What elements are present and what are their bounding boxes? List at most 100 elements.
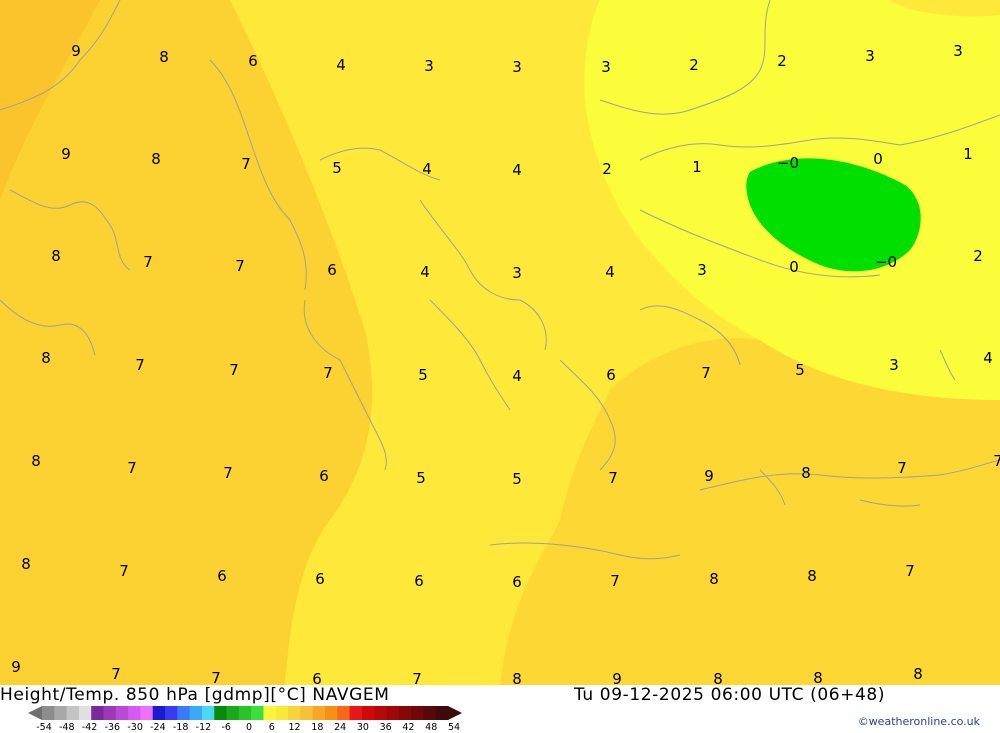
scale-swatch [300, 706, 314, 720]
scale-tick-label: -24 [150, 722, 166, 733]
scale-tick-label: -36 [104, 722, 121, 733]
isotherm-value-label: 8 [713, 670, 723, 685]
isotherm-value-label: 2 [973, 247, 983, 265]
scale-swatch [189, 706, 203, 720]
isotherm-value-label: 6 [606, 366, 616, 384]
map-footer: Height/Temp. 850 hPa [gdmp][°C] NAVGEM T… [0, 685, 1000, 733]
isotherm-value-label: 3 [601, 58, 611, 76]
isotherm-value-label: 9 [11, 658, 21, 676]
scale-tick-label: 24 [334, 722, 347, 733]
isotherm-value-label: 7 [610, 572, 620, 590]
scale-swatch [42, 706, 55, 720]
scale-tick-label: -42 [81, 722, 98, 733]
isotherm-value-label: 1 [963, 145, 973, 163]
scale-swatch [435, 706, 449, 720]
isotherm-value-label: 7 [119, 562, 129, 580]
scale-tick-label: -12 [195, 722, 212, 733]
isotherm-value-label: 4 [420, 263, 430, 281]
isotherm-value-label: 7 [993, 452, 1000, 470]
isotherm-value-label: 6 [414, 572, 424, 590]
scale-swatch [312, 706, 326, 720]
isotherm-value-label: 6 [512, 573, 522, 591]
isotherm-value-label: 0 [873, 150, 883, 168]
isotherm-value-label: 3 [865, 47, 875, 65]
isotherm-value-label: 7 [241, 155, 251, 173]
scale-swatch [140, 706, 154, 720]
scale-tick-label: 30 [356, 722, 369, 733]
isotherm-value-label: 9 [61, 145, 71, 163]
isotherm-value-label: 7 [323, 364, 333, 382]
isotherm-value-label: 8 [21, 555, 31, 573]
isotherm-value-label: 4 [422, 160, 432, 178]
scale-swatch [54, 706, 68, 720]
isotherm-value-label: 8 [913, 665, 923, 683]
scale-swatch [103, 706, 117, 720]
isotherm-value-label: 3 [512, 264, 522, 282]
isotherm-value-label: 7 [229, 361, 239, 379]
isotherm-value-label: 6 [327, 261, 337, 279]
scale-tick-label: 48 [425, 722, 438, 733]
isotherm-value-label: 8 [807, 567, 817, 585]
isotherm-value-label: 4 [336, 56, 346, 74]
isotherm-value-label: 5 [418, 366, 428, 384]
scale-tick-label: -54 [36, 722, 52, 733]
isotherm-value-label: 4 [605, 263, 615, 281]
isotherm-value-label: 8 [31, 452, 41, 470]
scale-swatch [226, 706, 240, 720]
scale-swatch [361, 706, 375, 720]
color-scale-ticks: -54 -48 -42 -36 -30 -24 -18 -12 -6 0 6 12 18 24 30 36 42… [0, 722, 480, 733]
scale-swatch [251, 706, 264, 720]
isotherm-value-label: −0 [777, 154, 799, 172]
isotherm-value-label: 6 [248, 52, 258, 70]
scale-swatch [165, 706, 178, 720]
isotherm-value-label: 8 [801, 464, 811, 482]
scale-swatch [238, 706, 252, 720]
isotherm-value-label: 6 [315, 570, 325, 588]
isotherm-value-label: 3 [889, 356, 899, 374]
isotherm-value-label: 7 [235, 257, 245, 275]
scale-swatch [337, 706, 351, 720]
scale-tick-label: 36 [379, 722, 392, 733]
scale-swatch [128, 706, 141, 720]
isotherm-value-label: 8 [151, 150, 161, 168]
scale-tick-label: 42 [402, 722, 415, 733]
scale-swatch [66, 706, 80, 720]
isotherm-value-label: 9 [612, 670, 622, 685]
isotherm-value-label: 7 [211, 669, 221, 685]
scale-swatch [91, 706, 105, 720]
isotherm-value-label: 6 [217, 567, 227, 585]
isotherm-value-label: 7 [608, 469, 618, 487]
scale-swatch [214, 706, 228, 720]
scale-tick-label: -18 [172, 722, 189, 733]
scale-swatch [115, 706, 129, 720]
isotherm-value-label: 7 [135, 356, 145, 374]
site-credit[interactable]: ©weatheronline.co.uk [858, 715, 980, 728]
scale-swatch [177, 706, 191, 720]
isotherm-value-label: 7 [412, 670, 422, 685]
scale-tick-label: 0 [245, 722, 253, 733]
isotherm-value-label: 8 [159, 48, 169, 66]
isotherm-value-label: 7 [223, 464, 233, 482]
scale-swatch [78, 706, 92, 720]
isotherm-value-label: 0 [789, 258, 799, 276]
isotherm-value-label: 4 [983, 349, 993, 367]
map-title: Height/Temp. 850 hPa [gdmp][°C] NAVGEM [0, 685, 390, 705]
isotherm-value-label: 8 [512, 670, 522, 685]
scale-swatch [152, 706, 166, 720]
isotherm-value-label: 7 [701, 364, 711, 382]
scale-swatch [288, 706, 301, 720]
isotherm-value-label: 5 [332, 159, 342, 177]
isotherm-value-label: 3 [424, 57, 434, 75]
scale-swatch [275, 706, 289, 720]
scale-tick-label: -48 [59, 722, 75, 733]
isotherm-value-label: 6 [319, 467, 329, 485]
isotherm-value-label: 7 [897, 459, 907, 477]
scale-tick-label: 6 [268, 722, 275, 733]
isotherm-value-label: 7 [143, 253, 153, 271]
isotherm-value-label: 7 [905, 562, 915, 580]
scale-min-arrow [28, 706, 42, 720]
isotherm-value-label: 5 [795, 361, 805, 379]
isotherm-value-label: 3 [953, 42, 963, 60]
isotherm-value-label: 6 [312, 670, 322, 685]
scale-swatch [386, 706, 400, 720]
